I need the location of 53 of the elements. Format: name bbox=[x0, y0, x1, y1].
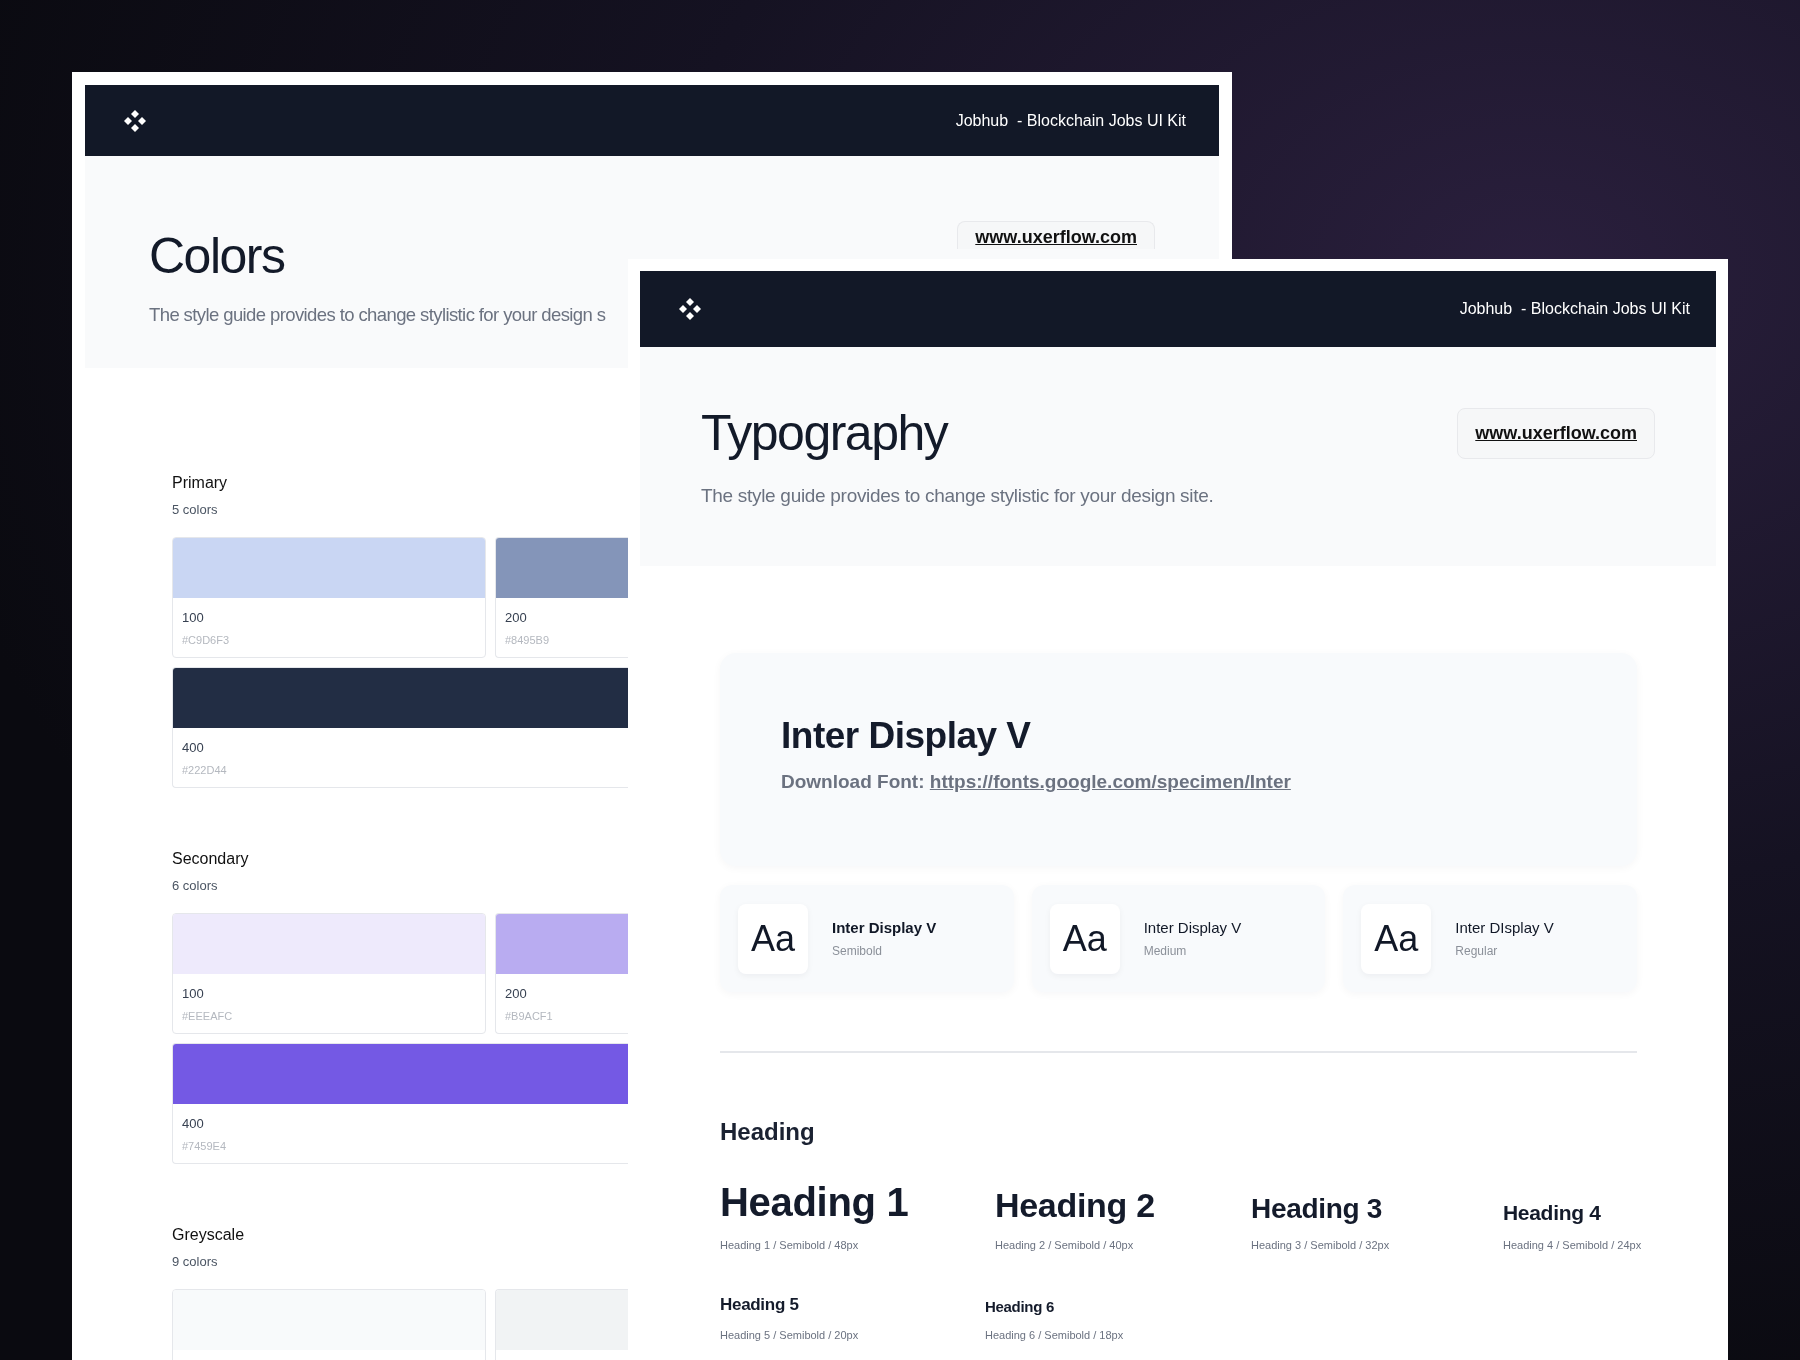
heading-sample: Heading 5 bbox=[720, 1295, 799, 1315]
logo-icon bbox=[678, 297, 702, 321]
weight-label: Medium bbox=[1143, 944, 1187, 958]
font-sample: Aa bbox=[738, 903, 808, 974]
header-title: Jobhub - Blockchain Jobs UI Kit bbox=[1459, 300, 1690, 318]
download-line: Download Font: https://fonts.google.com/specimen/Inter bbox=[781, 771, 1292, 793]
heading-sample: Heading 6 bbox=[985, 1298, 1054, 1315]
hex-code: #222D44 bbox=[182, 764, 227, 776]
weight-label: Regular bbox=[1455, 944, 1498, 958]
heading-sample: Heading 3 bbox=[1251, 1193, 1383, 1225]
heading-caption: Heading 5 / Semibold / 20px bbox=[720, 1329, 859, 1341]
swatch-label: 200 bbox=[505, 610, 527, 625]
font-name: Inter Display V bbox=[781, 715, 1032, 757]
swatch-label: 100 bbox=[182, 610, 204, 625]
heading-caption: Heading 2 / Semibold / 40px bbox=[995, 1239, 1134, 1251]
website-link[interactable]: www.uxerflow.com bbox=[957, 221, 1155, 250]
heading-caption: Heading 4 / Semibold / 24px bbox=[1503, 1239, 1642, 1251]
hex-code: #7459E4 bbox=[182, 1140, 227, 1152]
font-sample: Aa bbox=[1049, 903, 1120, 974]
heading-sample: Heading 1 bbox=[720, 1180, 909, 1225]
hex-code: #C9D6F3 bbox=[182, 634, 230, 646]
page-subtitle: The style guide provides to change stylistic for your design site. bbox=[701, 485, 1214, 507]
header-title: Jobhub - Blockchain Jobs UI Kit bbox=[955, 111, 1186, 130]
weight-label: Semibold bbox=[832, 944, 883, 958]
hex-code: #8495B9 bbox=[505, 634, 550, 646]
swatch-label: 400 bbox=[182, 740, 204, 755]
color-count: 5 colors bbox=[172, 502, 218, 517]
logo-icon bbox=[123, 108, 147, 133]
heading-sample: Heading 2 bbox=[995, 1186, 1155, 1225]
website-link[interactable]: www.uxerflow.com bbox=[1457, 408, 1655, 459]
swatch-label: 400 bbox=[182, 1116, 204, 1131]
palette-name: Secondary bbox=[172, 850, 249, 868]
weight-font-name: Inter DIsplay V bbox=[1455, 919, 1554, 936]
section-title: Heading bbox=[720, 1118, 815, 1146]
heading-sample: Heading 4 bbox=[1503, 1201, 1601, 1225]
page-subtitle: The style guide provides to change stylistic for your design s bbox=[149, 304, 606, 327]
heading-caption: Heading 6 / Semibold / 18px bbox=[985, 1329, 1124, 1341]
hex-code: #B9ACF1 bbox=[505, 1010, 553, 1022]
color-count: 6 colors bbox=[172, 878, 218, 893]
palette-name: Primary bbox=[172, 474, 228, 492]
page-title: Typography bbox=[701, 404, 948, 463]
heading-caption: Heading 1 / Semibold / 48px bbox=[720, 1239, 859, 1251]
swatch-label: 200 bbox=[505, 986, 527, 1001]
swatch-label: 100 bbox=[182, 986, 204, 1001]
weight-font-name: Inter Display V bbox=[832, 919, 937, 936]
hex-code: #EEEAFC bbox=[182, 1010, 233, 1022]
page-title: Colors bbox=[149, 227, 285, 287]
palette-name: Greyscale bbox=[172, 1226, 245, 1244]
font-link[interactable]: https://fonts.google.com/specimen/Inter bbox=[929, 771, 1291, 792]
weight-font-name: Inter Display V bbox=[1143, 919, 1242, 936]
font-sample: Aa bbox=[1361, 903, 1432, 974]
heading-caption: Heading 3 / Semibold / 32px bbox=[1251, 1239, 1390, 1251]
color-count: 9 colors bbox=[172, 1254, 218, 1269]
